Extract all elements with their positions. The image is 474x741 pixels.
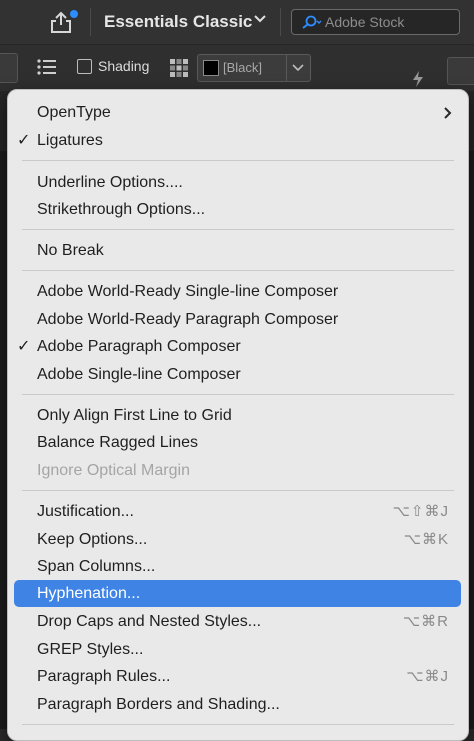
menu-item-label: No Break (37, 242, 104, 259)
select-divider (286, 55, 287, 81)
chevron-right-icon (444, 107, 452, 119)
toolbar-divider (280, 8, 281, 36)
app-top-bar: Essentials Classic Adobe Stock (0, 0, 474, 45)
workspace-switcher[interactable]: Essentials Classic (104, 10, 252, 34)
menu-item-label: Drop Caps and Nested Styles... (37, 613, 262, 630)
swatch-grid-icon[interactable] (169, 58, 189, 78)
keyboard-shortcut: ⌥⌘R (402, 613, 449, 630)
checkmark-icon: ✓ (17, 338, 31, 355)
chevron-down-icon (292, 64, 304, 72)
menu-separator (22, 160, 454, 161)
menu-item-grep-styles[interactable]: GREP Styles... (14, 636, 461, 663)
swatch-value: [Black] (223, 60, 263, 75)
partial-panel-button[interactable] (447, 57, 474, 85)
checkmark-icon: ✓ (17, 132, 31, 149)
menu-item-label: Strikethrough Options... (37, 201, 206, 218)
menu-item-label: GREP Styles... (37, 641, 144, 658)
menu-item-underline-options[interactable]: Underline Options.... (14, 169, 461, 196)
lightning-icon[interactable] (411, 70, 425, 88)
adobe-stock-search[interactable]: Adobe Stock (291, 9, 460, 35)
notification-badge-dot (70, 10, 78, 18)
menu-item-balance-ragged-lines[interactable]: Balance Ragged Lines (14, 429, 461, 456)
menu-item-label: Justification... (37, 503, 134, 520)
shading-checkbox[interactable] (77, 59, 92, 74)
menu-item-label: Adobe Single-line Composer (37, 366, 241, 383)
search-icon (302, 15, 322, 29)
menu-item-label: Ignore Optical Margin (37, 462, 190, 479)
menu-item-world-ready-paragraph-composer[interactable]: Adobe World-Ready Paragraph Composer (14, 306, 461, 333)
menu-item-label: Hyphenation... (37, 585, 141, 602)
menu-separator (22, 490, 454, 491)
shading-label: Shading (98, 58, 150, 74)
menu-item-label: Only Align First Line to Grid (37, 407, 232, 424)
menu-item-label: Keep Options... (37, 531, 148, 548)
shading-color-select[interactable]: [Black] (197, 54, 311, 82)
menu-separator (22, 394, 454, 395)
menu-item-label: Underline Options.... (37, 174, 183, 191)
keyboard-shortcut: ⌥⇧⌘J (392, 503, 449, 520)
control-bar: Shading [Black] (0, 45, 474, 91)
menu-item-drop-caps-nested-styles[interactable]: Drop Caps and Nested Styles... ⌥⌘R (14, 608, 461, 635)
menu-item-label: Balance Ragged Lines (37, 434, 199, 451)
menu-item-label: Paragraph Borders and Shading... (37, 696, 280, 713)
menu-item-strikethrough-options[interactable]: Strikethrough Options... (14, 196, 461, 223)
keyboard-shortcut: ⌥⌘J (406, 668, 449, 685)
search-placeholder: Adobe Stock (325, 14, 405, 30)
menu-item-label: Ligatures (37, 132, 103, 149)
menu-item-paragraph-borders-shading[interactable]: Paragraph Borders and Shading... (14, 691, 461, 718)
bulleted-list-icon[interactable] (37, 58, 57, 76)
menu-item-ignore-optical-margin: Ignore Optical Margin (14, 457, 461, 484)
menu-item-opentype[interactable]: OpenType (14, 99, 461, 126)
share-icon (51, 11, 71, 33)
menu-item-no-break[interactable]: No Break (14, 237, 461, 264)
menu-item-ligatures[interactable]: ✓ Ligatures (14, 127, 461, 154)
menu-item-label: Adobe Paragraph Composer (37, 338, 241, 355)
menu-separator (22, 724, 454, 725)
menu-item-hyphenation[interactable]: Hyphenation... (14, 580, 461, 607)
menu-item-single-line-composer[interactable]: Adobe Single-line Composer (14, 361, 461, 388)
menu-item-paragraph-composer[interactable]: ✓ Adobe Paragraph Composer (14, 333, 461, 360)
partial-field[interactable] (0, 53, 18, 83)
menu-item-world-ready-single-line-composer[interactable]: Adobe World-Ready Single-line Composer (14, 278, 461, 305)
menu-separator (22, 229, 454, 230)
menu-item-label: Adobe World-Ready Single-line Composer (37, 283, 339, 300)
keyboard-shortcut: ⌥⌘K (403, 531, 449, 548)
menu-item-span-columns[interactable]: Span Columns... (14, 553, 461, 580)
menu-item-label: Span Columns... (37, 558, 156, 575)
menu-item-justification[interactable]: Justification... ⌥⇧⌘J (14, 498, 461, 525)
menu-item-paragraph-rules[interactable]: Paragraph Rules... ⌥⌘J (14, 663, 461, 690)
menu-item-label: Paragraph Rules... (37, 668, 171, 685)
share-button[interactable] (42, 6, 82, 38)
menu-item-label: Adobe World-Ready Paragraph Composer (37, 311, 339, 328)
paragraph-panel-menu: OpenType ✓ Ligatures Underline Options..… (7, 89, 469, 741)
toolbar-divider (90, 8, 91, 36)
color-chip (203, 60, 219, 76)
menu-separator (22, 270, 454, 271)
menu-item-label: OpenType (37, 104, 111, 121)
menu-item-align-first-line-to-grid[interactable]: Only Align First Line to Grid (14, 402, 461, 429)
menu-item-keep-options[interactable]: Keep Options... ⌥⌘K (14, 526, 461, 553)
chevron-down-icon[interactable] (254, 14, 266, 24)
